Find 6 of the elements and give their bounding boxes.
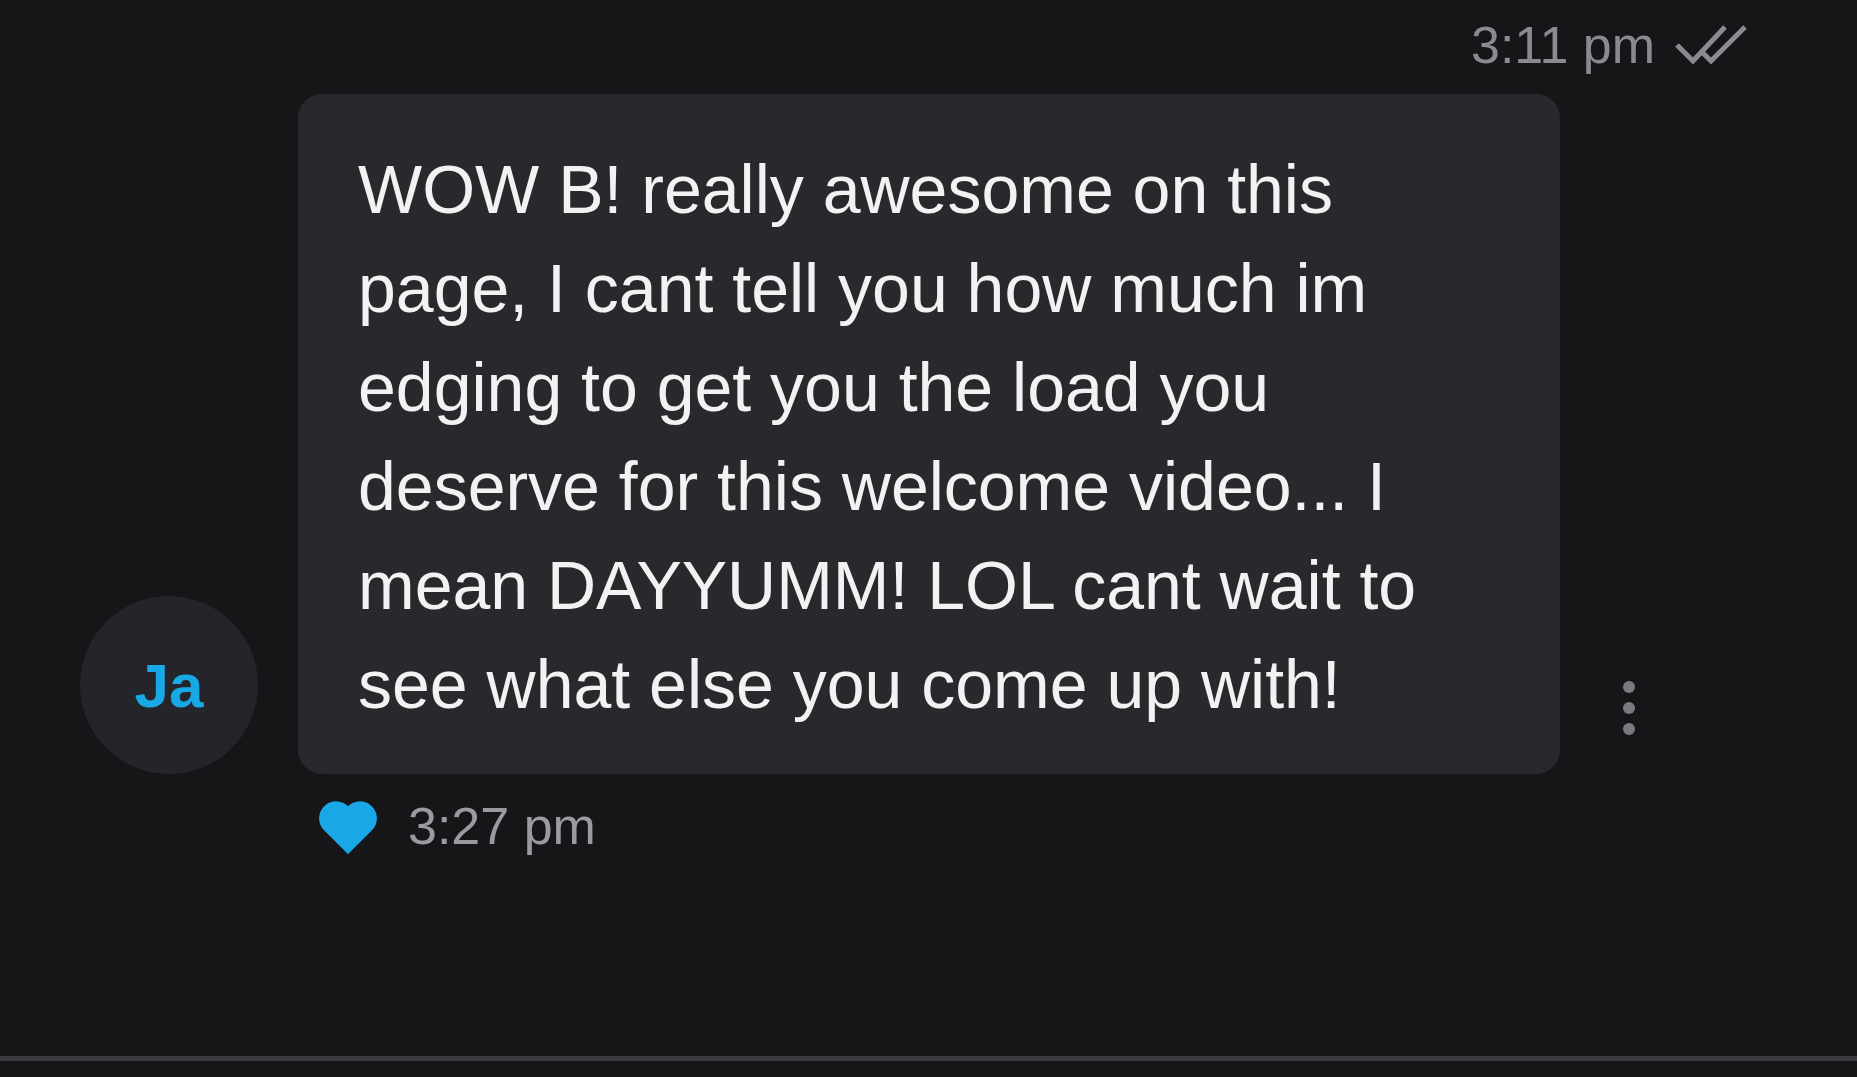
message-time: 3:11 pm: [1470, 15, 1655, 75]
more-icon[interactable]: [1622, 680, 1636, 736]
message-time: 3:27 pm: [408, 796, 596, 856]
message-text: WOW B! really awesome on this page, I cant tell you how much im edging to get you the load you deserve for this welcome video... I mean DAYYUMM! LOL cant wait to see what else you come up with!: [358, 150, 1418, 724]
heart-icon[interactable]: [318, 798, 378, 854]
avatar[interactable]: Ja: [80, 596, 258, 774]
